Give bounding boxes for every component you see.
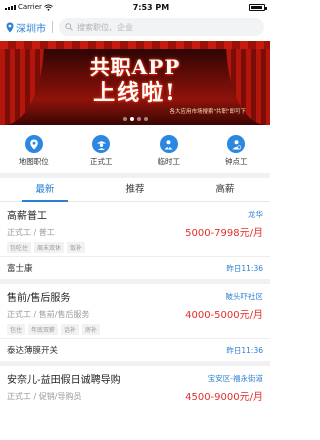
wifi-icon (44, 3, 53, 11)
job-tag: 饭补 (67, 242, 86, 253)
job-title: 售前/售后服务 (7, 293, 71, 304)
battery-icon (249, 3, 267, 11)
quick-nav-map-jobs[interactable]: 地图职位 (4, 135, 64, 167)
tab-high-salary[interactable]: 高薪 (180, 178, 270, 201)
job-card[interactable]: 安奈儿-益田假日诚聘导购 宝安区-福永街道 正式工 / 促销/导购员 4500-… (0, 366, 270, 406)
quick-nav-hourly[interactable]: 钟点工 (206, 135, 266, 167)
job-type: 正式工 / 售前/售后服务 (7, 310, 90, 319)
search-input[interactable]: 搜索职位、企业 (59, 18, 264, 36)
quick-nav: 地图职位 正式工 临时工 钟点工 (0, 125, 270, 173)
job-location: 陂头吓社区 (225, 292, 264, 301)
job-tag: 包住 (7, 324, 26, 335)
carrier-label: Carrier (18, 3, 42, 11)
job-tags: 包吃住 周末双休 饭补 (7, 242, 263, 253)
banner-subtitle: 各大应用市场搜索"共职"即可下 (169, 109, 246, 115)
quick-nav-temporary[interactable]: 临时工 (139, 135, 199, 167)
city-selector[interactable]: 深圳市 (6, 20, 53, 35)
company-name: 泰达薄膜开关 (7, 346, 59, 356)
company-row[interactable]: 泰达薄膜开关 昨日11:36 (0, 339, 270, 366)
job-salary: 4500-9000元/月 (185, 392, 263, 403)
job-card[interactable]: 高薪普工 龙华 正式工 / 普工 5000-7998元/月 包吃住 周末双休 饭… (0, 202, 270, 257)
clock-icon (227, 135, 246, 153)
banner-pager[interactable] (0, 117, 270, 121)
job-header: 高薪普工 龙华 (7, 207, 263, 222)
tab-latest[interactable]: 最新 (0, 178, 90, 202)
job-type: 正式工 / 普工 (7, 228, 55, 237)
pager-dot[interactable] (136, 117, 141, 121)
map-pin-icon (24, 135, 43, 153)
curtain-valance (0, 41, 270, 49)
job-tag: 年底双薪 (28, 324, 59, 335)
banner-headline: 上线啦! (93, 80, 177, 106)
quick-nav-label: 地图职位 (18, 157, 49, 166)
header-divider (52, 21, 53, 33)
quick-nav-full-time[interactable]: 正式工 (71, 135, 131, 167)
job-tag: 包吃住 (7, 242, 32, 253)
status-bar: Carrier 7:53 PM (0, 0, 270, 14)
job-header: 安奈儿-益田假日诚聘导购 宝安区-福永街道 (7, 371, 263, 386)
job-card[interactable]: 售前/售后服务 陂头吓社区 正式工 / 售前/售后服务 4000-5000元/月… (0, 284, 270, 339)
job-tabs: 最新 推荐 高薪 (0, 178, 270, 202)
signal-icon (5, 4, 16, 10)
pager-dot[interactable] (143, 117, 148, 121)
tab-recommended[interactable]: 推荐 (90, 178, 180, 201)
status-time: 7:53 PM (132, 2, 170, 12)
search-icon (65, 23, 73, 31)
company-name: 富士康 (7, 264, 33, 274)
worker-icon (92, 135, 111, 153)
location-pin-icon (6, 22, 14, 32)
job-tag: 房补 (82, 324, 101, 335)
job-tags: 包住 年底双薪 话补 房补 (7, 324, 263, 335)
job-location: 宝安区-福永街道 (207, 374, 263, 383)
quick-nav-label: 临时工 (157, 157, 181, 166)
company-row[interactable]: 富士康 昨日11:36 (0, 257, 270, 284)
job-location: 龙华 (248, 210, 263, 219)
post-time: 昨日11:36 (226, 345, 263, 355)
post-time: 昨日11:36 (226, 263, 263, 273)
job-header: 售前/售后服务 陂头吓社区 (7, 289, 263, 304)
job-tag: 周末双休 (34, 242, 65, 253)
quick-nav-label: 钟点工 (225, 157, 248, 166)
search-placeholder: 搜索职位、企业 (77, 22, 133, 32)
city-label: 深圳市 (16, 23, 46, 35)
job-meta: 正式工 / 普工 5000-7998元/月 (7, 222, 263, 239)
battery-fill (251, 5, 263, 9)
promo-banner[interactable]: 共职APP 上线啦! 各大应用市场搜索"共职"即可下 (0, 41, 270, 125)
temp-worker-icon (159, 135, 178, 153)
job-list: 高薪普工 龙华 正式工 / 普工 5000-7998元/月 包吃住 周末双休 饭… (0, 202, 270, 406)
job-title: 高薪普工 (7, 211, 47, 222)
header: 深圳市 搜索职位、企业 (0, 14, 270, 40)
job-salary: 4000-5000元/月 (185, 310, 263, 321)
job-meta: 正式工 / 促销/导购员 4500-9000元/月 (7, 386, 263, 403)
job-tag: 话补 (61, 324, 80, 335)
job-type: 正式工 / 促销/导购员 (7, 392, 82, 401)
job-salary: 5000-7998元/月 (185, 228, 263, 239)
pager-dot-active[interactable] (129, 117, 134, 121)
carrier-group: Carrier (5, 3, 53, 11)
job-title: 安奈儿-益田假日诚聘导购 (7, 375, 121, 386)
quick-nav-label: 正式工 (90, 157, 113, 166)
job-meta: 正式工 / 售前/售后服务 4000-5000元/月 (7, 304, 263, 321)
pager-dot[interactable] (122, 117, 127, 121)
